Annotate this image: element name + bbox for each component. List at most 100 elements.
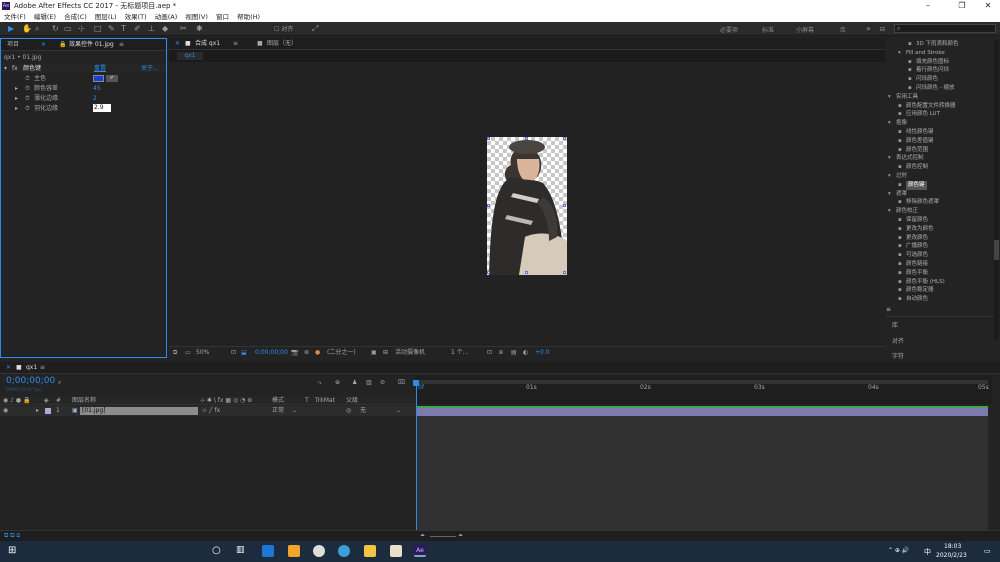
show-snapshot-icon[interactable]: ⊛ — [304, 347, 309, 359]
key-color-swatch[interactable] — [93, 75, 104, 82]
transform-handle[interactable] — [563, 204, 566, 207]
lock-icon[interactable]: ■ — [185, 38, 191, 50]
tab-project[interactable]: 项目 — [7, 39, 19, 51]
close-button[interactable]: ✕ — [976, 0, 1000, 12]
transform-handle[interactable] — [487, 204, 490, 207]
expand-arrow-icon[interactable]: ▸ — [36, 406, 39, 416]
effect-item[interactable]: ▪ 广播颜色 — [886, 242, 994, 251]
cortana-icon[interactable]: ○ — [212, 545, 221, 556]
effects-folder[interactable]: ▾ 抠像 — [886, 119, 994, 128]
menu-effect[interactable]: 效果(T) — [125, 13, 147, 21]
effect-item[interactable]: ▪ 移除颜色遮罩 — [886, 198, 994, 207]
parent-select[interactable]: 无 — [360, 406, 366, 416]
transform-handle[interactable] — [487, 271, 490, 274]
effect-item[interactable]: ▪ 闪烁颜色 - 缩放 — [886, 84, 994, 93]
timeline-track-area[interactable] — [416, 416, 988, 530]
fit-icon[interactable]: ⊡ — [231, 347, 236, 359]
effect-item[interactable]: ▪ 可选颜色 — [886, 251, 994, 260]
tab-composition[interactable]: 合成 qx1 — [195, 38, 220, 50]
time-ruler[interactable]: 0f 01s 02s 03s 04s 05s — [416, 376, 992, 404]
menu-view[interactable]: 视图(V) — [185, 13, 208, 21]
mode-dropdown-icon[interactable]: ⌄ — [292, 406, 297, 416]
start-icon[interactable]: ⊞ — [8, 545, 16, 556]
anchor-tool-icon[interactable]: ⊹ — [78, 24, 85, 34]
graph-editor-icon[interactable]: ⌧ — [398, 379, 405, 386]
transform-handle[interactable] — [525, 137, 528, 140]
clock-date[interactable]: 2020/2/23 — [936, 552, 967, 559]
tab-close-icon[interactable]: ✕ — [6, 362, 11, 374]
zoom-tool-icon[interactable]: ⌕ — [35, 24, 39, 34]
reset-link[interactable]: 重置 — [94, 64, 106, 73]
after-effects-taskbar-icon[interactable]: Ae — [414, 545, 426, 557]
panel-menu-icon[interactable]: ≡ — [40, 362, 45, 374]
stopwatch-icon[interactable]: ⏱ — [25, 74, 30, 83]
playhead-handle[interactable] — [413, 380, 419, 386]
type-tool-icon[interactable]: T — [121, 24, 126, 34]
effects-folder[interactable]: ▾ 颜色校正 — [886, 207, 994, 216]
menu-window[interactable]: 窗口 — [216, 13, 229, 21]
panel-toggle-icon[interactable]: ⊟ — [880, 25, 885, 35]
panel-menu-icon[interactable]: ≡ — [233, 38, 238, 50]
expand-arrow-icon[interactable]: ▸ — [15, 84, 18, 93]
effect-item[interactable]: ▪ 颜色配置文件转换器 — [886, 102, 994, 111]
camera-tool-icon[interactable]: ▭ — [64, 24, 72, 34]
effects-folder[interactable]: ▾ Fill and Stroke — [886, 49, 994, 58]
menu-layer[interactable]: 图层(L) — [95, 13, 117, 21]
timecode-display[interactable]: 0;00;00;00 — [255, 347, 288, 359]
transform-handle[interactable] — [563, 137, 566, 140]
render-icon[interactable]: ⧉ — [173, 347, 177, 359]
comp-canvas[interactable] — [487, 137, 567, 275]
panel-character[interactable]: 字符 — [892, 351, 904, 360]
lock-icon[interactable]: 🔒 — [59, 39, 66, 51]
tab-close-icon[interactable]: ✕ — [41, 39, 46, 51]
notification-icon[interactable]: ▭ — [984, 547, 991, 555]
app-icon[interactable] — [288, 545, 300, 557]
monitor-icon[interactable]: ▭ — [185, 347, 191, 359]
stopwatch-icon[interactable]: ⏱ — [25, 94, 30, 103]
effect-item[interactable]: ▪ 颜色范围 — [886, 146, 994, 155]
stopwatch-icon[interactable]: ⏱ — [25, 104, 30, 113]
zoom-out-icon[interactable]: ⏶ — [420, 532, 425, 540]
effects-folder[interactable]: ▾ 过时 — [886, 172, 994, 181]
workspace-small-screen[interactable]: 小屏幕 — [796, 25, 814, 34]
frame-blend-icon[interactable]: ▥ — [366, 379, 372, 386]
panel-menu-icon[interactable]: ≡ — [886, 306, 891, 313]
effect-item[interactable]: ▪ 闪烁颜色 — [886, 75, 994, 84]
pickwhip-icon[interactable]: ◎ — [346, 406, 351, 416]
effect-item[interactable]: ▪ 颜色稳定器 — [886, 286, 994, 295]
effect-item[interactable]: ▪ 颜色控制 — [886, 163, 994, 172]
effect-item[interactable]: ▪ 更改颜色 — [886, 234, 994, 243]
clock-time[interactable]: 18:03 — [944, 543, 961, 550]
edge-icon[interactable] — [262, 545, 274, 557]
label-color-swatch[interactable] — [45, 408, 51, 414]
region-icon[interactable]: ⬓ — [241, 347, 247, 359]
expand-arrow-icon[interactable]: ▸ — [15, 94, 18, 103]
puppet-tool-icon[interactable]: ✱ — [196, 24, 203, 34]
layer-row[interactable]: ◉ ▸ 1 ▣ [01.jpg] ⊹ ╱ fx 正常 ⌄ ◎ 无 ⌄ — [0, 406, 416, 416]
panel-menu-icon[interactable]: ≡ — [119, 39, 124, 51]
transform-handle[interactable] — [487, 137, 490, 140]
comp-flowchart-icon[interactable]: ⤷ — [318, 379, 321, 387]
effect-item[interactable]: ▪ 颜色平衡 (HLS) — [886, 278, 994, 287]
eye-icon[interactable]: ◉ — [3, 406, 8, 416]
draft-3d-icon[interactable]: ⊕ — [335, 379, 340, 386]
prop-value[interactable]: 2 — [93, 94, 97, 103]
menu-help[interactable]: 帮助(H) — [237, 13, 260, 21]
timeline-timecode[interactable]: 0;00;00;00 — [6, 376, 55, 386]
effect-item[interactable]: ▪ 更改为颜色 — [886, 225, 994, 234]
workspace-library[interactable]: 库 — [840, 25, 846, 34]
rotate-tool-icon[interactable]: ↻ — [52, 24, 59, 34]
timeline-icon[interactable]: ▤ — [511, 347, 517, 359]
toggle-pixel-icon[interactable]: ⊡ — [487, 347, 492, 359]
value-edit-field[interactable]: 2.9 — [93, 104, 111, 112]
snapshot-icon[interactable]: 📷 — [291, 347, 298, 359]
exposure-value[interactable]: +0.0 — [535, 347, 550, 359]
effect-item[interactable]: ▪ 颜色键 — [886, 180, 994, 190]
parent-dropdown-icon[interactable]: ⌄ — [396, 406, 401, 416]
pen-tool-icon[interactable]: ✎ — [108, 24, 115, 34]
panel-align[interactable]: 对齐 — [892, 336, 904, 345]
scrollbar[interactable] — [994, 40, 999, 340]
work-area-bar[interactable] — [418, 380, 988, 384]
eraser-tool-icon[interactable]: ◆ — [162, 24, 168, 34]
ime-indicator[interactable]: 中 — [924, 547, 931, 557]
